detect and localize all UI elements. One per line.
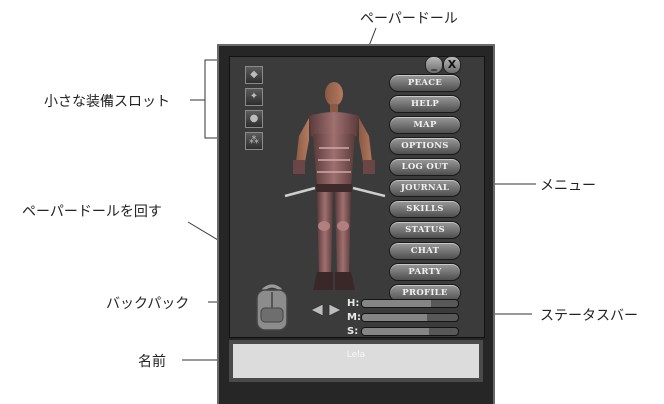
stat-row-mana: M: [347,310,459,324]
backpack-icon[interactable] [249,282,295,334]
menu-button-status[interactable]: STATUS [389,221,461,239]
health-bar [361,298,459,308]
stat-row-health: H: [347,296,459,310]
menu-button-help[interactable]: HELP [389,95,461,113]
minimize-button[interactable]: _ [425,56,443,74]
character-name: Lela [346,350,366,360]
stat-label-mana: M: [347,311,361,323]
equipment-slot[interactable]: ● [245,110,263,128]
close-button[interactable]: X [443,56,461,74]
menu: PEACE HELP MAP OPTIONS LOG OUT JOURNAL S… [389,74,465,305]
small-equipment-slots: ◆ ✦ ● ⁂ [245,66,263,154]
stat-label-health: H: [347,297,360,309]
status-bars: H: M: S: [347,296,459,338]
mana-bar [361,312,459,322]
callout-rotate: ペーパードールを回す [22,204,162,220]
character-name-box: Lela [229,340,483,382]
equipment-slot[interactable]: ⁂ [245,132,263,150]
stat-label-stamina: S: [347,325,359,337]
rotate-paperdoll-control[interactable] [311,304,341,316]
callout-backpack: バックパック [106,296,190,312]
callout-small-slots: 小さな装備スロット [44,94,170,110]
menu-button-peace[interactable]: PEACE [389,74,461,92]
paperdoll-character[interactable] [279,76,389,301]
paperdoll-window: _ X ◆ ✦ ● ⁂ PEACE HELP MAP OPTIONS LOG O… [217,44,495,404]
callout-name: 名前 [138,354,166,370]
stat-row-stamina: S: [347,324,459,338]
rotate-left-icon [311,304,324,316]
menu-button-options[interactable]: OPTIONS [389,137,461,155]
menu-button-journal[interactable]: JOURNAL [389,179,461,197]
menu-button-party[interactable]: PARTY [389,263,461,281]
stamina-bar [361,326,459,336]
menu-button-chat[interactable]: CHAT [389,242,461,260]
equipment-slot[interactable]: ◆ [245,66,263,84]
equipment-slot[interactable]: ✦ [245,88,263,106]
menu-button-skills[interactable]: SKILLS [389,200,461,218]
rotate-right-icon [328,304,341,316]
callout-paperdoll: ペーパードール [360,11,458,27]
menu-button-map[interactable]: MAP [389,116,461,134]
callout-status-bars: ステータスバー [540,308,638,324]
callout-menu: メニュー [540,178,596,194]
menu-button-logout[interactable]: LOG OUT [389,158,461,176]
